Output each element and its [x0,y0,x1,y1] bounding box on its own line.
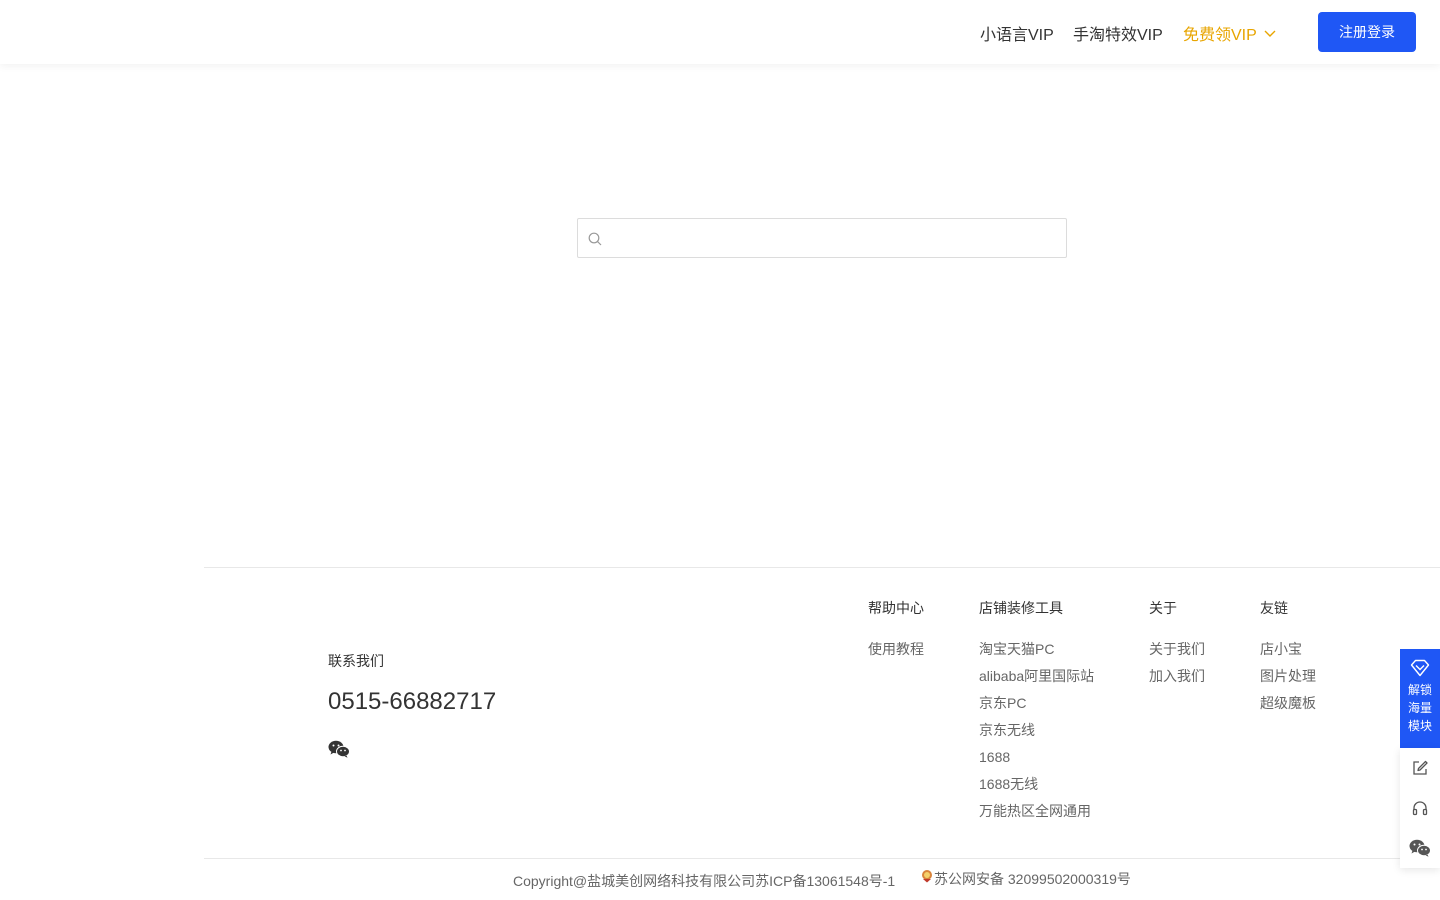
floating-sidebar: 解锁海量模块 [1400,649,1440,868]
footer-column-tools: 店铺装修工具 淘宝天猫PC alibaba阿里国际站 京东PC 京东无线 168… [979,600,1094,830]
police-record[interactable]: 苏公网安备 32099502000319号 [920,869,1131,889]
nav-item-xiaoyuyan-vip[interactable]: 小语言VIP [980,21,1054,45]
unlock-modules-label: 解锁海量模块 [1407,683,1432,733]
unlock-modules-button[interactable]: 解锁海量模块 [1400,649,1440,748]
police-record-text: 苏公网安备 32099502000319号 [934,871,1131,887]
headset-icon [1412,801,1428,816]
footer-link[interactable]: 关于我们 [1149,641,1205,668]
footer-column-friend-links: 友链 店小宝 图片处理 超级魔板 [1260,600,1316,722]
footer-column-title: 店铺装修工具 [979,600,1063,616]
footer-link[interactable]: 淘宝天猫PC [979,641,1094,668]
footer-link[interactable]: 京东PC [979,695,1094,722]
search-box[interactable] [577,218,1067,258]
wechat-icon[interactable] [328,740,350,758]
wechat-icon [1409,839,1431,857]
edit-icon [1413,760,1428,775]
footer-link[interactable]: 图片处理 [1260,668,1316,695]
footer-column-title: 关于 [1149,600,1177,616]
register-login-button[interactable]: 注册登录 [1318,12,1416,52]
footer-link[interactable]: alibaba阿里国际站 [979,668,1094,695]
contact-phone: 0515-66882717 [328,688,497,715]
free-vip-label: 免费领VIP [1183,27,1257,44]
footer-link[interactable]: 使用教程 [868,641,924,668]
sidebar-tools [1400,748,1440,868]
footer-link[interactable]: 店小宝 [1260,641,1316,668]
search-input[interactable] [608,219,1058,257]
footer-link[interactable]: 加入我们 [1149,668,1205,695]
footer-link[interactable]: 万能热区全网通用 [979,803,1094,830]
footer-bottom-divider [204,858,1440,859]
footer-column-help: 帮助中心 使用教程 [868,600,924,668]
sidebar-wechat-button[interactable] [1400,828,1440,868]
sidebar-feedback-button[interactable] [1400,748,1440,788]
footer-link[interactable]: 1688 [979,749,1094,776]
police-badge-icon [922,870,932,883]
footer-column-about: 关于 关于我们 加入我们 [1149,600,1205,695]
diamond-icon [1410,659,1430,677]
footer-top-divider [204,567,1440,568]
footer-column-title: 帮助中心 [868,600,924,616]
footer-link[interactable]: 1688无线 [979,776,1094,803]
sidebar-service-button[interactable] [1400,788,1440,828]
top-navbar: 小语言VIP 手淘特效VIP 免费领VIP 注册登录 [0,0,1440,64]
search-icon [588,232,602,246]
copyright-text[interactable]: Copyright@盐城美创网络科技有限公司苏ICP备13061548号-1 [513,871,895,891]
contact-us-label: 联系我们 [328,653,384,669]
footer-link[interactable]: 超级魔板 [1260,695,1316,722]
nav-item-shoutao-vip[interactable]: 手淘特效VIP [1073,21,1163,45]
footer-link[interactable]: 京东无线 [979,722,1094,749]
footer-column-title: 友链 [1260,600,1288,616]
chevron-down-icon [1264,30,1276,37]
nav-item-free-vip[interactable]: 免费领VIP [1183,21,1277,45]
